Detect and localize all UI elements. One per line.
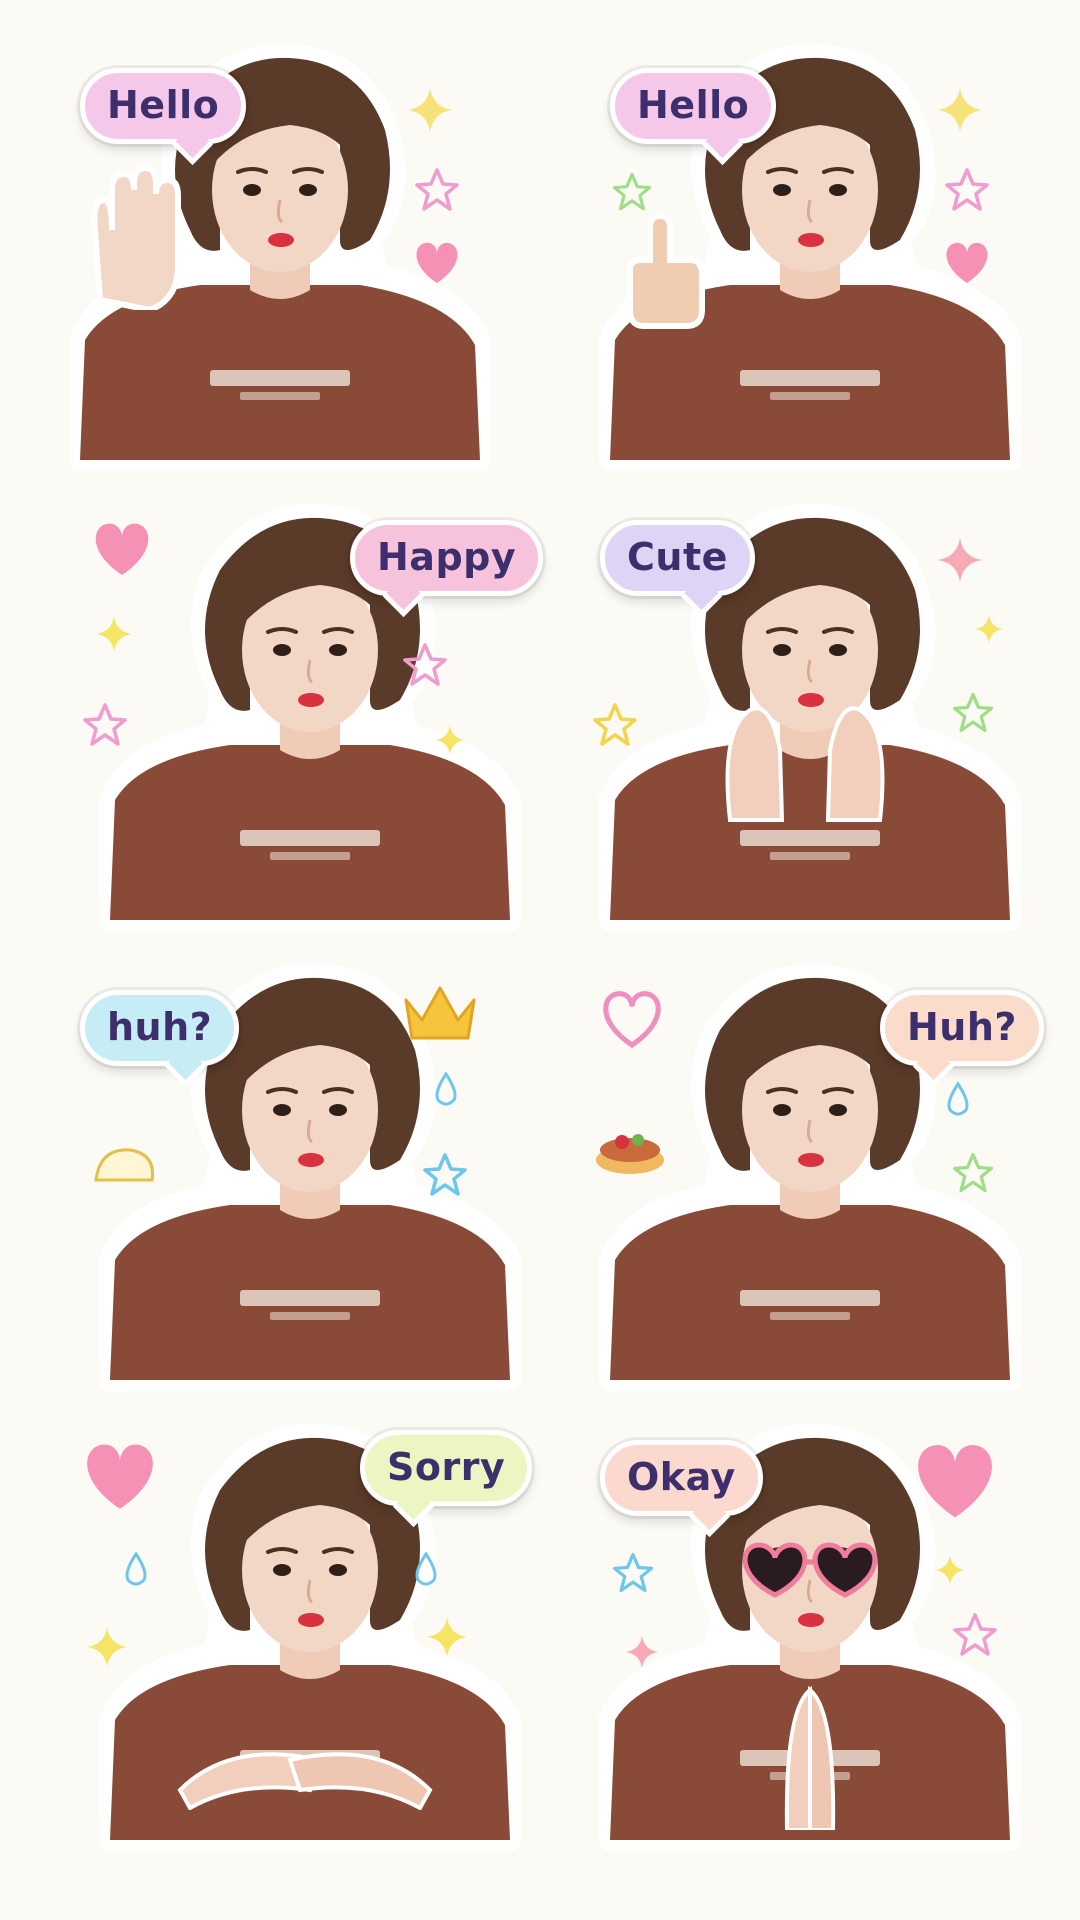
sticker-huh-lowercase[interactable]: huh?	[70, 960, 540, 1390]
sparkle-icon	[435, 725, 465, 755]
speech-bubble: Hello	[80, 68, 247, 144]
sparkle-icon	[935, 1555, 965, 1585]
sparkle-icon	[975, 615, 1003, 643]
heart-icon	[918, 1445, 992, 1518]
star-icon	[953, 1613, 997, 1656]
speech-bubble: Cute	[600, 520, 755, 596]
sparkle-icon	[427, 1617, 467, 1657]
star-icon	[83, 703, 127, 746]
cake-icon	[596, 1134, 664, 1174]
sparkle-icon	[938, 538, 982, 582]
praying-hands	[784, 1685, 836, 1830]
dumpling-icon	[94, 1148, 155, 1182]
sticker-cute[interactable]: Cute	[570, 500, 1040, 930]
heart-icon	[416, 242, 458, 283]
speech-bubble: Okay	[600, 1440, 763, 1516]
sparkle-icon	[938, 88, 982, 132]
heart-icon	[87, 1444, 153, 1509]
heart-icon	[946, 242, 988, 283]
star-icon	[952, 692, 994, 733]
crossed-arms	[177, 1752, 433, 1810]
star-icon	[593, 703, 637, 746]
drop-icon	[125, 1552, 147, 1586]
speech-bubble: Hello	[610, 68, 777, 144]
speech-bubble: Sorry	[360, 1430, 533, 1506]
star-icon	[945, 168, 989, 211]
sparkle-icon	[87, 1627, 127, 1667]
sparkle-icon	[96, 616, 132, 652]
star-icon	[403, 643, 447, 686]
drop-icon	[415, 1552, 437, 1586]
drop-icon	[435, 1072, 457, 1106]
heart-icon	[95, 523, 149, 576]
sticker-huh-uppercase[interactable]: Huh?	[570, 960, 1044, 1390]
drop-icon	[947, 1082, 969, 1116]
star-icon	[612, 1552, 654, 1593]
sticker-happy[interactable]: Happy	[70, 500, 544, 930]
hands-on-cheeks	[725, 706, 885, 822]
star-icon	[415, 168, 459, 211]
star-icon	[952, 1152, 994, 1193]
sticker-hello-wave[interactable]: Hello	[40, 40, 510, 470]
heart-icon	[600, 990, 664, 1054]
speech-bubble: huh?	[80, 990, 240, 1066]
speech-bubble: Huh?	[880, 990, 1044, 1066]
sticker-hello-thumbs-up[interactable]: Hello	[570, 40, 1040, 470]
sparkle-icon	[625, 1635, 659, 1669]
thumbs-up-icon	[627, 212, 705, 329]
sticker-okay[interactable]: Okay	[570, 1420, 1040, 1850]
sticker-sorry[interactable]: Sorry	[70, 1420, 540, 1850]
sparkle-icon	[408, 88, 452, 132]
star-icon	[612, 172, 652, 211]
heart-sunglasses-icon	[742, 1542, 878, 1598]
star-icon	[423, 1153, 467, 1196]
hand-icon	[91, 164, 181, 310]
crown-icon	[404, 986, 476, 1040]
speech-bubble: Happy	[350, 520, 544, 596]
